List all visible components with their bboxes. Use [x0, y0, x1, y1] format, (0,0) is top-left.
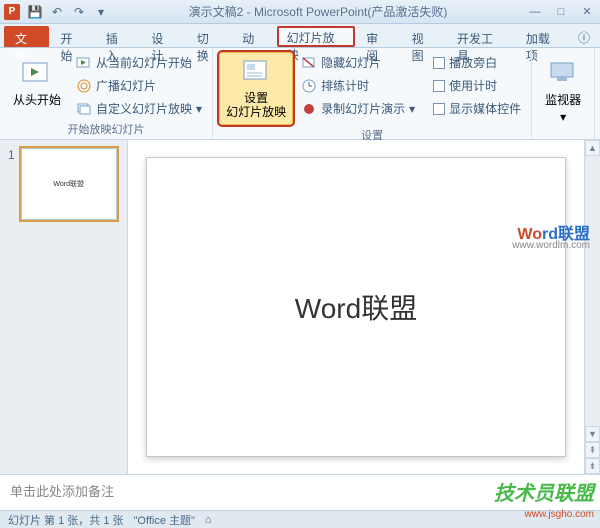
thumbnail-preview[interactable]: Word联盟 — [21, 148, 117, 220]
from-beginning-label: 从头开始 — [13, 91, 61, 108]
tab-home[interactable]: 开始 — [49, 26, 94, 47]
slide-thumbnails-panel: 1 Word联盟 — [0, 140, 128, 474]
from-current-label: 从当前幻灯片开始 — [96, 54, 192, 71]
scroll-down-icon[interactable]: ▼ — [585, 426, 600, 442]
narration-label: 播放旁白 — [449, 54, 497, 71]
undo-icon[interactable]: ↶ — [48, 3, 66, 21]
ribbon-tabs: 文件 开始 插入 设计 切换 动画 幻灯片放映 审阅 视图 开发工具 加载项 ⓘ — [0, 24, 600, 48]
window-title: 演示文稿2 - Microsoft PowerPoint(产品激活失败) — [110, 3, 526, 20]
slide[interactable]: Word联盟 — [146, 157, 566, 457]
qat-more-icon[interactable]: ▾ — [92, 3, 110, 21]
close-button[interactable]: ✕ — [578, 5, 596, 19]
slide-title-text[interactable]: Word联盟 — [295, 287, 417, 327]
window-controls: — □ ✕ — [526, 5, 596, 19]
record-icon — [301, 101, 317, 117]
chevron-down-icon: ▾ — [196, 102, 202, 116]
slide-editor: Word联盟 — [128, 140, 584, 474]
tab-file[interactable]: 文件 — [4, 26, 49, 47]
tab-review[interactable]: 审阅 — [355, 26, 400, 47]
notes-placeholder[interactable]: 单击此处添加备注 — [10, 481, 590, 500]
rehearse-button[interactable]: 排练计时 — [297, 75, 419, 96]
custom-slideshow-button[interactable]: 自定义幻灯片放映 ▾ — [72, 98, 206, 119]
workspace: 1 Word联盟 Word联盟 ▲ ▼ ⇞ ⇟ — [0, 140, 600, 474]
tab-view[interactable]: 视图 — [401, 26, 446, 47]
monitor-icon — [547, 57, 579, 89]
maximize-button[interactable]: □ — [552, 5, 570, 19]
record-button[interactable]: 录制幻灯片演示 ▾ — [297, 98, 419, 119]
timings-checkbox[interactable]: 使用计时 — [429, 75, 525, 96]
help-icon[interactable]: ⓘ — [572, 26, 596, 47]
monitor-button[interactable]: 监视器 ▾ — [538, 52, 588, 135]
hide-slide-icon — [301, 55, 317, 71]
tab-addins[interactable]: 加载项 — [515, 26, 572, 47]
clock-icon — [301, 78, 317, 94]
minimize-button[interactable]: — — [526, 5, 544, 19]
narration-checkbox[interactable]: 播放旁白 — [429, 52, 525, 73]
group-setup: 设置 幻灯片放映 隐藏幻灯片 排练计时 录制幻灯片演示 ▾ — [213, 48, 532, 139]
thumbnail-item[interactable]: 1 Word联盟 — [8, 148, 119, 220]
notes-pane[interactable]: 单击此处添加备注 — [0, 474, 600, 510]
theme-name: "Office 主题" — [134, 512, 195, 528]
hide-slide-label: 隐藏幻灯片 — [321, 54, 381, 71]
slide-counter: 幻灯片 第 1 张，共 1 张 — [8, 512, 124, 528]
custom-show-icon — [76, 101, 92, 117]
tab-animations[interactable]: 动画 — [231, 26, 276, 47]
thumbnail-number: 1 — [8, 148, 15, 220]
timings-label: 使用计时 — [449, 77, 497, 94]
play-icon — [21, 57, 53, 89]
play-current-icon — [76, 55, 92, 71]
prev-slide-icon[interactable]: ⇞ — [585, 442, 600, 458]
ribbon: 从头开始 从当前幻灯片开始 广播幻灯片 自定义幻灯片放映 ▾ 开始放映幻灯片 — [0, 48, 600, 140]
tab-slideshow[interactable]: 幻灯片放映 — [277, 26, 356, 47]
group-monitor: 监视器 ▾ — [532, 48, 595, 139]
language-icon[interactable]: ⌂ — [205, 514, 212, 526]
app-icon: P — [4, 4, 20, 20]
custom-slideshow-label: 自定义幻灯片放映 — [96, 100, 192, 117]
from-current-button[interactable]: 从当前幻灯片开始 — [72, 52, 206, 73]
monitor-label: 监视器 — [545, 91, 581, 108]
thumbnail-text: Word联盟 — [53, 179, 84, 189]
broadcast-icon — [76, 78, 92, 94]
broadcast-button[interactable]: 广播幻灯片 — [72, 75, 206, 96]
chevron-down-icon: ▾ — [560, 110, 566, 124]
media-controls-checkbox[interactable]: 显示媒体控件 — [429, 98, 525, 119]
rehearse-label: 排练计时 — [321, 77, 369, 94]
checkbox-icon — [433, 57, 445, 69]
broadcast-label: 广播幻灯片 — [96, 77, 156, 94]
setup-icon — [240, 57, 272, 89]
checkbox-icon — [433, 80, 445, 92]
quick-access-toolbar: 💾 ↶ ↷ ▾ — [26, 3, 110, 21]
tab-developer[interactable]: 开发工具 — [446, 26, 515, 47]
checkbox-icon — [433, 103, 445, 115]
scroll-up-icon[interactable]: ▲ — [585, 140, 600, 156]
scroll-track[interactable] — [585, 156, 600, 426]
titlebar: P 💾 ↶ ↷ ▾ 演示文稿2 - Microsoft PowerPoint(产… — [0, 0, 600, 24]
save-icon[interactable]: 💾 — [26, 3, 44, 21]
from-beginning-button[interactable]: 从头开始 — [6, 52, 68, 119]
group-label-start: 开始放映幻灯片 — [6, 119, 206, 137]
tab-transitions[interactable]: 切换 — [186, 26, 231, 47]
media-label: 显示媒体控件 — [449, 100, 521, 117]
statusbar: 幻灯片 第 1 张，共 1 张 "Office 主题" ⌂ — [0, 510, 600, 528]
group-label-monitor — [538, 135, 588, 137]
setup-slideshow-button[interactable]: 设置 幻灯片放映 — [219, 52, 293, 125]
redo-icon[interactable]: ↷ — [70, 3, 88, 21]
tab-insert[interactable]: 插入 — [95, 26, 140, 47]
tab-design[interactable]: 设计 — [140, 26, 185, 47]
vertical-scrollbar[interactable]: ▲ ▼ ⇞ ⇟ — [584, 140, 600, 474]
setup-slideshow-label: 设置 幻灯片放映 — [226, 91, 286, 120]
slide-canvas: Word联盟 — [128, 140, 584, 474]
next-slide-icon[interactable]: ⇟ — [585, 458, 600, 474]
group-start-slideshow: 从头开始 从当前幻灯片开始 广播幻灯片 自定义幻灯片放映 ▾ 开始放映幻灯片 — [0, 48, 213, 139]
chevron-down-icon: ▾ — [409, 102, 415, 116]
hide-slide-button[interactable]: 隐藏幻灯片 — [297, 52, 419, 73]
record-label: 录制幻灯片演示 — [321, 100, 405, 117]
